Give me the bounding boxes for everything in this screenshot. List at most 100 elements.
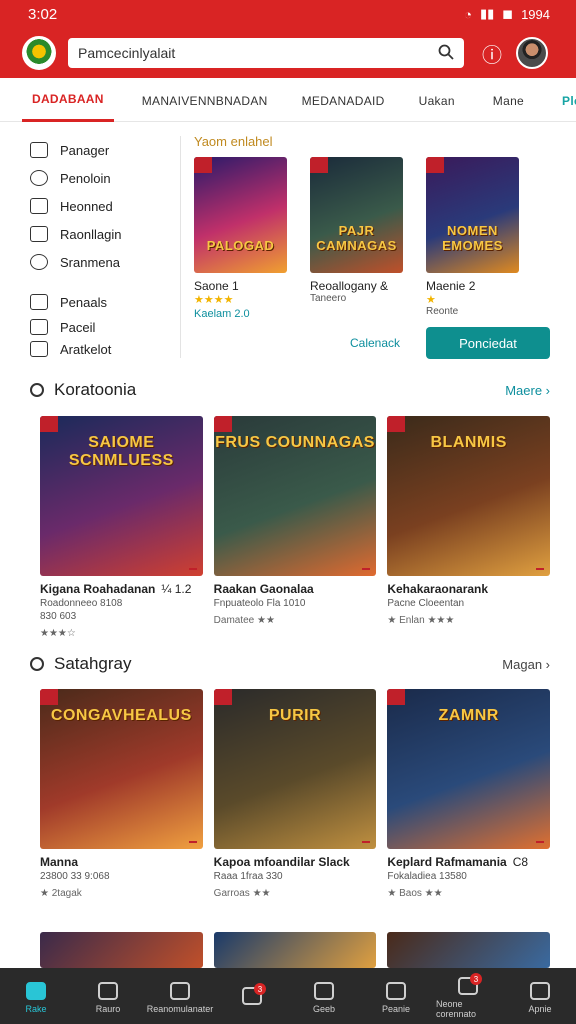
art-title: ZAMNR — [438, 707, 499, 724]
nav-item-0[interactable]: Rake — [4, 982, 68, 1014]
app-logo[interactable] — [22, 36, 56, 70]
nav-item-5[interactable]: Peanie — [364, 982, 428, 1014]
badge-icon — [387, 416, 406, 432]
art-title: PURIR — [268, 707, 322, 724]
game-card[interactable]: CONGAVHEALUS Manna 23800 33 9:068 ★ 2tagak — [40, 689, 203, 899]
section-2-grid: CONGAVHEALUS Manna 23800 33 9:068 ★ 2tagak P… — [40, 689, 551, 899]
nav-label: Reanomulanater — [146, 1004, 214, 1014]
game-card[interactable]: FRUS COUNNAGAS Raakan Gaonalaa Fnpuateolo … — [213, 416, 377, 639]
battery-icon: ◼ — [502, 6, 514, 21]
game-card-partial[interactable] — [213, 932, 377, 968]
game-card-title-text: Kehakaraonarank — [387, 582, 489, 596]
search-icon — [30, 383, 44, 397]
search-icon[interactable] — [438, 44, 454, 63]
featured-card-title: Reoallogany & — [310, 279, 389, 293]
game-card-extra: ¼ 1.2 — [161, 582, 192, 596]
sidebar-item-6[interactable]: Paceil — [22, 316, 180, 338]
game-card[interactable]: BLANMIS Kehakaraonarank Pacne Cloeentan ★ E… — [387, 416, 551, 639]
sidebar-item-5[interactable]: Penaals — [22, 288, 180, 316]
card-icon — [30, 294, 48, 310]
game-card-title: Kapoa mfoandilar Slack — [214, 855, 377, 869]
featured-card-title: Saone 1 — [194, 279, 239, 293]
featured-section: Yaom enlahel PALOGAD Saone 1 ★★★★ Kaelam 2.… — [194, 134, 554, 320]
game-card[interactable]: SAIOME SCNMLUESS Kigana Roahadanan ¼ 1.2 Ro… — [40, 416, 203, 639]
sidebar-item-1[interactable]: Penoloin — [22, 164, 180, 192]
sidebar-item-7[interactable]: Aratkelot — [22, 338, 180, 360]
mail-icon — [30, 198, 48, 214]
home-icon — [30, 142, 48, 158]
game-card-title-text: Keplard Rafmamania — [387, 855, 507, 869]
game-card-title-text: Kapoa mfoandilar Slack — [213, 855, 350, 869]
price-tag — [362, 841, 371, 843]
tab-4[interactable]: Mane — [483, 80, 534, 122]
art-title: PAJR CAMNAGAS — [316, 223, 397, 253]
featured-card-title: Maenie 2 — [426, 279, 476, 293]
nav-item-1[interactable]: Rauro — [76, 982, 140, 1014]
game-card[interactable]: PURIR Kapoa mfoandilar Slack Raaa 1fraa 33… — [213, 689, 377, 899]
price-tag — [188, 841, 197, 843]
avatar[interactable] — [516, 37, 548, 69]
sidebar-item-4[interactable]: Sranmena — [22, 248, 180, 276]
game-card-art: BLANMIS — [387, 416, 551, 576]
sidebar-item-label: Penaals — [60, 294, 107, 310]
nav-label: Rake — [25, 1004, 47, 1014]
game-card-sub: Fnpuateolo Fla 1010 — [213, 598, 306, 609]
search-bar[interactable]: Pamcecinlyalait — [68, 38, 464, 68]
game-card-title: Kigana Roahadanan ¼ 1.2 — [40, 582, 203, 596]
tab-0[interactable]: DADABAAN — [22, 80, 114, 122]
nav-label: Neone corennato — [436, 999, 477, 1019]
game-card-partial[interactable] — [387, 932, 551, 968]
badge-icon — [40, 689, 58, 705]
sidebar-item-3[interactable]: Raonllagin — [22, 220, 180, 248]
nav-item-7[interactable]: Apnie — [508, 982, 572, 1014]
section-2-more-link[interactable]: Magan › — [502, 657, 550, 672]
sidebar-item-2[interactable]: Heonned — [22, 192, 180, 220]
section-1-title: Koratoonia — [30, 380, 136, 400]
featured-card[interactable]: PALOGAD Saone 1 ★★★★ Kaelam 2.0 — [194, 157, 292, 320]
price-tag — [536, 841, 545, 843]
game-card-title: Keplard Rafmamania C8 — [387, 855, 550, 869]
notification-badge: 3 — [254, 983, 266, 995]
status-icons: ◔ ▮▮ ◼ 1994 — [464, 6, 550, 22]
game-card[interactable]: ZAMNR Keplard Rafmamania C8 Fokaladiea 1358… — [387, 689, 551, 899]
alert-icon[interactable]: ⓘ — [482, 39, 502, 68]
nav-item-3[interactable]: 3 — [220, 983, 284, 1009]
search-input[interactable]: Pamcecinlyalait — [78, 45, 438, 61]
section-2-title: Satahgray — [30, 654, 132, 674]
game-card-rating: Garroas ★★ — [213, 888, 271, 899]
game-card-rating: ★★★☆ — [40, 628, 76, 639]
price-tag — [188, 568, 197, 570]
game-card-sub: Fokaladiea 13580 — [387, 871, 467, 882]
nav-item-2[interactable]: Reanomulanater — [146, 982, 214, 1014]
secondary-button[interactable]: Calenack — [344, 327, 406, 359]
game-card-title: Raakan Gaonalaa — [214, 582, 377, 596]
sidebar-item-label: Aratkelot — [60, 341, 112, 357]
nav-icon — [530, 982, 550, 1000]
section-1-more-link[interactable]: Maere › — [505, 383, 550, 398]
tab-2[interactable]: MEDANADAID — [292, 80, 395, 122]
game-card-art: PURIR — [213, 689, 377, 849]
game-card-extra: C8 — [512, 855, 529, 869]
nav-icon — [98, 982, 118, 1000]
nav-item-6[interactable]: 3 Neone corennato — [436, 973, 500, 1019]
featured-card[interactable]: NOMEN EMOMES Maenie 2 ★ Reonte — [426, 157, 524, 320]
tab-5[interactable]: Pleki — [552, 80, 576, 122]
section-1-header: Koratoonia Maere › — [30, 380, 550, 400]
sidebar-item-label: Paceil — [60, 319, 96, 335]
users-icon — [30, 254, 48, 270]
tab-1[interactable]: MANAIVENNBNADAN — [132, 80, 278, 122]
game-card-title: Manna — [40, 855, 203, 869]
featured-row: PALOGAD Saone 1 ★★★★ Kaelam 2.0 PAJR CAMNAGA… — [194, 157, 554, 320]
featured-card[interactable]: PAJR CAMNAGAS Reoallogany & Taneero — [310, 157, 408, 320]
app-bar: Pamcecinlyalait ⓘ — [0, 28, 576, 78]
tab-3[interactable]: Uakan — [409, 80, 465, 122]
sidebar-item-label: Heonned — [60, 198, 113, 214]
status-right-text: 1994 — [521, 6, 550, 22]
game-card-partial[interactable] — [40, 932, 203, 968]
nav-item-4[interactable]: Geeb — [292, 982, 356, 1014]
game-card-sub: Pacne Cloeentan — [387, 598, 465, 609]
badge-icon — [310, 157, 328, 173]
primary-button[interactable]: Ponciedat — [426, 327, 550, 359]
sidebar-item-0[interactable]: Panager — [22, 136, 180, 164]
featured-card-art: PAJR CAMNAGAS — [310, 157, 403, 273]
